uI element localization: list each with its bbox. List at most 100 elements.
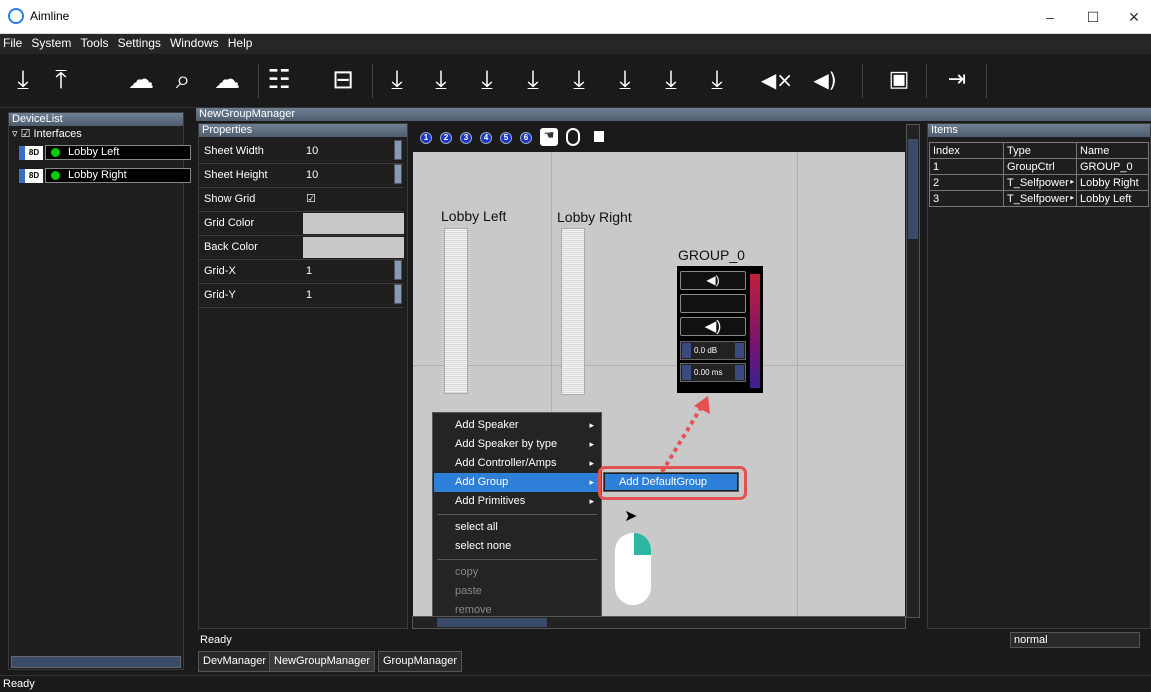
minimize-button[interactable]: – [1040, 8, 1060, 26]
spinner[interactable] [394, 164, 402, 184]
menu-paste[interactable]: paste [434, 582, 600, 601]
mouse-icon[interactable] [566, 128, 580, 146]
group-delay-field[interactable]: 0.00 ms [680, 363, 746, 382]
view-2-button[interactable]: 2 [440, 132, 452, 144]
menu-settings[interactable]: Settings [115, 34, 164, 52]
mode-indicator: normal [1010, 632, 1140, 648]
close-button[interactable]: ✕ [1124, 8, 1144, 26]
back-color-swatch[interactable] [303, 237, 404, 258]
menu-select-all[interactable]: select all [434, 518, 600, 537]
menu-add-group[interactable]: Add Group [434, 473, 600, 492]
menu-windows[interactable]: Windows [167, 34, 222, 52]
table-row[interactable]: 2 T_Selfpower‣ Lobby Right [929, 174, 1149, 191]
vertical-scrollbar[interactable] [906, 124, 920, 618]
save-icon[interactable]: ▣ [882, 62, 916, 98]
prop-row-sheet-height[interactable]: Sheet Height 10 [199, 164, 403, 188]
download-icon[interactable]: ⤓ [424, 62, 458, 98]
download-icon[interactable]: ⤓ [516, 62, 550, 98]
grid-color-swatch[interactable] [303, 213, 404, 234]
prop-row-show-grid[interactable]: Show Grid ☑ [199, 188, 403, 212]
menu-tools[interactable]: Tools [77, 34, 111, 52]
table-row[interactable]: 1 GroupCtrl GROUP_0 [929, 158, 1149, 175]
download-icon[interactable]: ⤓ [654, 62, 688, 98]
column-header[interactable]: Index [929, 142, 1004, 159]
prop-row-grid-x[interactable]: Grid-X 1 [199, 260, 403, 284]
cloud-upload-icon[interactable]: ☁ [124, 62, 158, 98]
toolbar: ⤓ ⤒ ☁ ⌕ ☁ ☷ ⊟ ⤓ ⤓ ⤓ ⤓ ⤓ ⤓ ⤓ ⤓ ◀× ◀) ▣ ⇥ [0, 54, 1151, 108]
scroll-thumb[interactable] [437, 618, 547, 627]
prop-row-grid-y[interactable]: Grid-Y 1 [199, 284, 403, 308]
download-icon[interactable]: ⤓ [470, 62, 504, 98]
group-blank-button[interactable] [680, 294, 746, 313]
device-lobby-left[interactable]: Lobby Left [45, 145, 191, 160]
view-6-button[interactable]: 6 [520, 132, 532, 144]
prop-value[interactable]: 10 [306, 164, 318, 186]
search-icon[interactable]: ⌕ [166, 62, 200, 98]
scroll-thumb[interactable] [908, 139, 918, 239]
device-list-panel: DeviceList ▿ ☑ Interfaces 8D Lobby Left … [8, 112, 191, 670]
menu-select-none[interactable]: select none [434, 537, 600, 556]
column-header[interactable]: Type [1003, 142, 1077, 159]
sliders-icon[interactable]: ☷ [262, 62, 296, 98]
download-icon[interactable]: ⤓ [700, 62, 734, 98]
prop-value[interactable]: 1 [306, 260, 312, 282]
prop-value[interactable]: 1 [306, 284, 312, 306]
download-icon[interactable]: ⤓ [608, 62, 642, 98]
show-grid-checkbox[interactable]: ☑ [306, 188, 316, 210]
tab-newgroupmanager[interactable]: NewGroupManager [269, 651, 375, 672]
menu-help[interactable]: Help [225, 34, 256, 52]
column-header[interactable]: Name [1076, 142, 1149, 159]
tab-devmanager[interactable]: DevManager [198, 651, 271, 672]
cloud-upload-icon[interactable]: ☁ [210, 62, 244, 98]
table-row[interactable]: 3 T_Selfpower‣ Lobby Left [929, 190, 1149, 207]
device-type-tag: 8D [25, 146, 43, 160]
group-control[interactable]: ◀) ◀) 0.0 dB 0.00 ms [677, 266, 763, 393]
group-speaker-button[interactable]: ◀) [680, 317, 746, 336]
prop-row-grid-color[interactable]: Grid Color [199, 212, 404, 236]
table-header: Index Type Name [929, 142, 1149, 159]
menu-add-speaker-by-type[interactable]: Add Speaker by type [434, 435, 600, 454]
maximize-button[interactable]: ☐ [1083, 8, 1103, 26]
device-name: Lobby Left [68, 146, 120, 158]
prop-value[interactable]: 10 [306, 140, 318, 162]
menu-separator [437, 559, 597, 560]
menu-system[interactable]: System [28, 34, 74, 52]
menu-add-speaker[interactable]: Add Speaker [434, 416, 600, 435]
download-icon[interactable]: ⤓ [562, 62, 596, 98]
tree-root[interactable]: ▿ ☑ Interfaces [12, 126, 82, 142]
download-icon[interactable]: ⤓ [380, 62, 414, 98]
device-type-tag: 8D [25, 169, 43, 183]
speaker-lobby-left[interactable] [444, 228, 468, 394]
speaker-lobby-right[interactable] [561, 228, 585, 395]
menu-file[interactable]: File [0, 34, 25, 52]
spinner[interactable] [394, 260, 402, 280]
view-4-button[interactable]: 4 [480, 132, 492, 144]
mute-icon[interactable]: ◀× [760, 62, 794, 98]
group-volume-button[interactable]: ◀) [680, 271, 746, 290]
upload-icon[interactable]: ⤒ [44, 62, 78, 98]
prop-row-back-color[interactable]: Back Color [199, 236, 404, 260]
cell-name: Lobby Right [1076, 174, 1149, 191]
group-gain-field[interactable]: 0.0 dB [680, 341, 746, 360]
layout-icon[interactable]: ⊟ [326, 62, 360, 98]
exit-icon[interactable]: ⇥ [940, 62, 974, 98]
menu-add-controller-amps[interactable]: Add Controller/Amps [434, 454, 600, 473]
download-icon[interactable]: ⤓ [6, 62, 40, 98]
menu-add-primitives[interactable]: Add Primitives [434, 492, 600, 511]
view-3-button[interactable]: 3 [460, 132, 472, 144]
device-lobby-right[interactable]: Lobby Right [45, 168, 191, 183]
hand-icon[interactable]: ☚ [540, 128, 558, 146]
spinner[interactable] [394, 140, 402, 160]
prop-row-sheet-width[interactable]: Sheet Width 10 [199, 140, 403, 164]
speaker-label: Lobby Left [441, 208, 507, 224]
tab-groupmanager[interactable]: GroupManager [378, 651, 462, 672]
volume-icon[interactable]: ◀) [808, 62, 842, 98]
view-5-button[interactable]: 5 [500, 132, 512, 144]
horizontal-scrollbar[interactable] [412, 616, 906, 629]
menu-copy[interactable]: copy [434, 563, 600, 582]
status-led-icon [51, 148, 60, 157]
view-1-button[interactable]: 1 [420, 132, 432, 144]
spinner[interactable] [394, 284, 402, 304]
grid-toggle-icon[interactable] [594, 131, 604, 142]
horizontal-scrollbar[interactable] [11, 656, 181, 668]
